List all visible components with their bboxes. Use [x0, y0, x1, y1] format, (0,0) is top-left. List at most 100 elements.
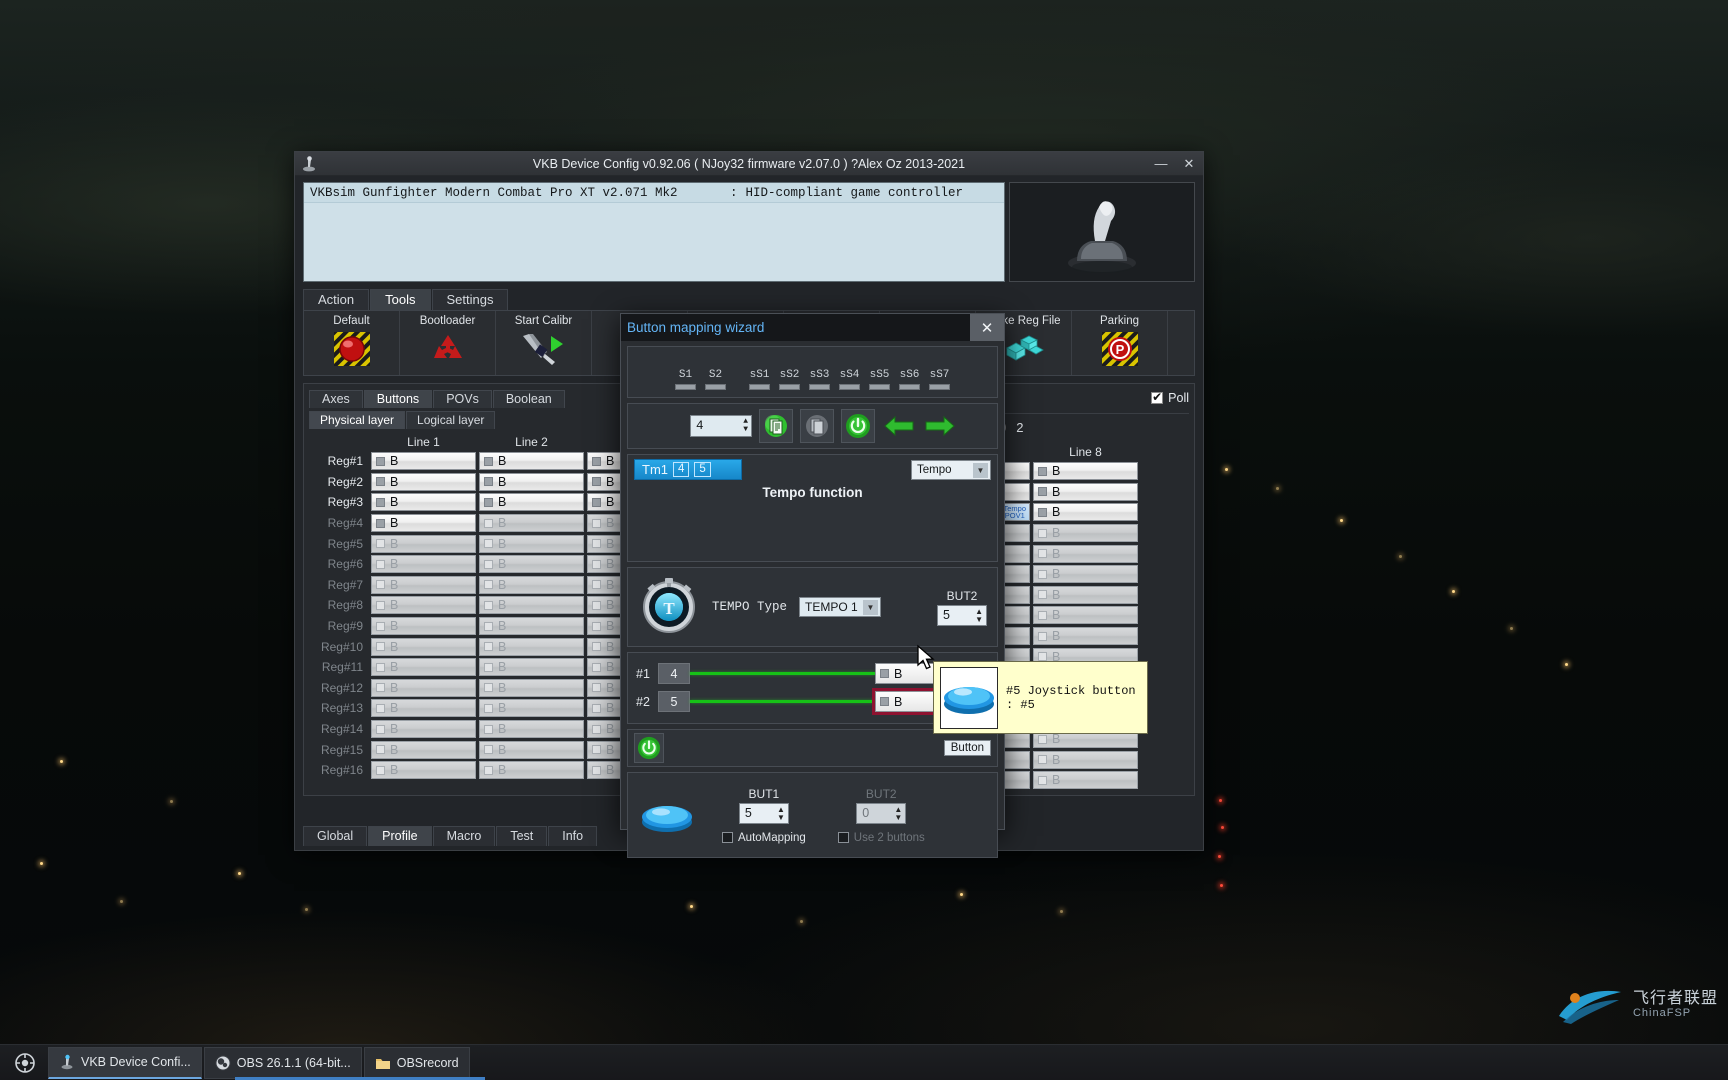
cell-checkbox[interactable]	[484, 559, 493, 569]
cell-checkbox[interactable]	[376, 724, 385, 734]
button-cell[interactable]: B	[1033, 565, 1138, 584]
button-cell[interactable]: B	[479, 596, 584, 615]
cell-checkbox[interactable]	[484, 683, 493, 693]
shift-led-ss4[interactable]: sS4	[835, 369, 865, 390]
button-type-tag[interactable]: Button	[943, 740, 991, 756]
map-row-1-source[interactable]: 4	[658, 663, 690, 684]
use2buttons-checkbox[interactable]	[837, 832, 849, 843]
cell-checkbox[interactable]	[484, 477, 493, 487]
cell-checkbox[interactable]	[592, 518, 601, 528]
cell-checkbox[interactable]	[592, 703, 601, 713]
spinner-arrows[interactable]: ▲ ▼	[894, 805, 902, 822]
cell-checkbox[interactable]	[484, 456, 493, 466]
cell-checkbox[interactable]	[376, 703, 385, 713]
button-cell[interactable]: B	[371, 452, 476, 471]
shift-led-ss1[interactable]: sS1	[745, 369, 775, 390]
shift-led-ss3[interactable]: sS3	[805, 369, 835, 390]
cell-checkbox[interactable]	[484, 662, 493, 672]
tab-info[interactable]: Info	[548, 826, 598, 846]
button-cell[interactable]: B	[371, 534, 476, 553]
cell-checkbox[interactable]	[592, 497, 601, 507]
button-cell[interactable]: B	[1033, 627, 1138, 646]
cell-checkbox[interactable]	[376, 683, 385, 693]
button-cell[interactable]: B	[479, 493, 584, 512]
cell-checkbox[interactable]	[1038, 652, 1047, 662]
button-cell[interactable]: B	[479, 761, 584, 780]
cell-checkbox[interactable]	[1038, 528, 1047, 538]
cell-checkbox[interactable]	[1038, 507, 1047, 517]
button-cell[interactable]: B	[479, 740, 584, 759]
cell-checkbox[interactable]	[1038, 734, 1047, 744]
cell-checkbox[interactable]	[376, 642, 385, 652]
chevron-down-icon[interactable]: ▼	[973, 462, 988, 478]
start-orb-icon[interactable]	[4, 1046, 46, 1080]
cell-checkbox[interactable]	[592, 456, 601, 466]
tab-axes[interactable]: Axes	[309, 390, 363, 408]
tab-physical-layer[interactable]: Physical layer	[309, 411, 406, 429]
button-cell[interactable]: B	[371, 761, 476, 780]
cell-checkbox[interactable]	[376, 745, 385, 755]
cell-checkbox[interactable]	[1038, 755, 1047, 765]
button-cell[interactable]: B	[1033, 771, 1138, 790]
shift-led-ss7[interactable]: sS7	[925, 369, 955, 390]
taskbar-item-obs[interactable]: OBS 26.1.1 (64-bit...	[203, 1046, 362, 1079]
use2buttons-row[interactable]: Use 2 buttons	[837, 832, 925, 844]
cell-checkbox[interactable]	[1038, 631, 1047, 641]
tempo-type-select[interactable]: TEMPO 1 ▼	[799, 597, 882, 617]
cell-checkbox[interactable]	[484, 765, 493, 775]
button-cell[interactable]: B	[371, 617, 476, 636]
shift-led-ss6[interactable]: sS6	[895, 369, 925, 390]
cell-checkbox[interactable]	[1038, 569, 1047, 579]
cell-checkbox[interactable]	[592, 600, 601, 610]
button-cell[interactable]: B	[479, 678, 584, 697]
button-cell[interactable]: B	[479, 555, 584, 574]
cell-checkbox[interactable]	[1038, 466, 1047, 476]
button-cell[interactable]: B	[1033, 750, 1138, 769]
cell-checkbox[interactable]	[592, 621, 601, 631]
button-cell[interactable]: B	[479, 617, 584, 636]
wizard-titlebar[interactable]: Button mapping wizard ✕	[621, 314, 1004, 341]
shift-led-ss5[interactable]: sS5	[865, 369, 895, 390]
tm1-chip[interactable]: Tm1 4 5	[634, 459, 742, 480]
cell-checkbox[interactable]	[592, 683, 601, 693]
map-row-2-source[interactable]: 5	[658, 691, 690, 712]
cell-checkbox[interactable]	[1038, 549, 1047, 559]
copy-green-icon[interactable]	[759, 409, 793, 443]
cell-checkbox[interactable]	[592, 745, 601, 755]
poll-checkbox[interactable]	[1151, 390, 1164, 404]
cell-checkbox[interactable]	[1038, 590, 1047, 600]
shift-led-s2[interactable]: S2	[701, 369, 731, 390]
button-cell[interactable]: B	[371, 514, 476, 533]
cell-checkbox[interactable]	[592, 539, 601, 549]
button-cell[interactable]: B	[479, 452, 584, 471]
cell-checkbox[interactable]	[1038, 775, 1047, 785]
taskbar-item-obsrecord[interactable]: OBSrecord	[363, 1046, 470, 1079]
tab-action[interactable]: Action	[303, 289, 370, 310]
cell-checkbox[interactable]	[592, 724, 601, 734]
cell-checkbox[interactable]	[484, 703, 493, 713]
button-cell[interactable]: B	[1033, 544, 1138, 563]
cell-checkbox[interactable]	[376, 559, 385, 569]
cell-checkbox[interactable]	[1038, 610, 1047, 620]
button-cell[interactable]: B	[1033, 482, 1138, 501]
tab-boolean[interactable]: Boolean	[492, 390, 565, 408]
cell-checkbox[interactable]	[484, 539, 493, 549]
tab-settings[interactable]: Settings	[431, 289, 509, 310]
spinner-arrows[interactable]: ▲ ▼	[743, 418, 748, 434]
tab-logical-layer[interactable]: Logical layer	[406, 411, 496, 429]
tab-macro[interactable]: Macro	[432, 826, 496, 846]
button-cell[interactable]: B	[371, 596, 476, 615]
button-cell[interactable]: B	[371, 740, 476, 759]
button-cell[interactable]: B	[371, 493, 476, 512]
button-cell[interactable]: B	[479, 658, 584, 677]
automapping-row[interactable]: AutoMapping	[722, 832, 806, 844]
shift-led-ss2[interactable]: sS2	[775, 369, 805, 390]
cell-checkbox[interactable]	[592, 559, 601, 569]
shift-led-s1[interactable]: S1	[671, 369, 701, 390]
ribbon-button-default[interactable]: Default	[304, 311, 400, 375]
cell-checkbox[interactable]	[592, 580, 601, 590]
tab-buttons[interactable]: Buttons	[363, 390, 433, 408]
taskbar-item-vkb[interactable]: VKB Device Confi...	[48, 1046, 202, 1079]
spinner-arrows[interactable]: ▲ ▼	[975, 607, 983, 624]
button-cell[interactable]: B	[371, 472, 476, 491]
